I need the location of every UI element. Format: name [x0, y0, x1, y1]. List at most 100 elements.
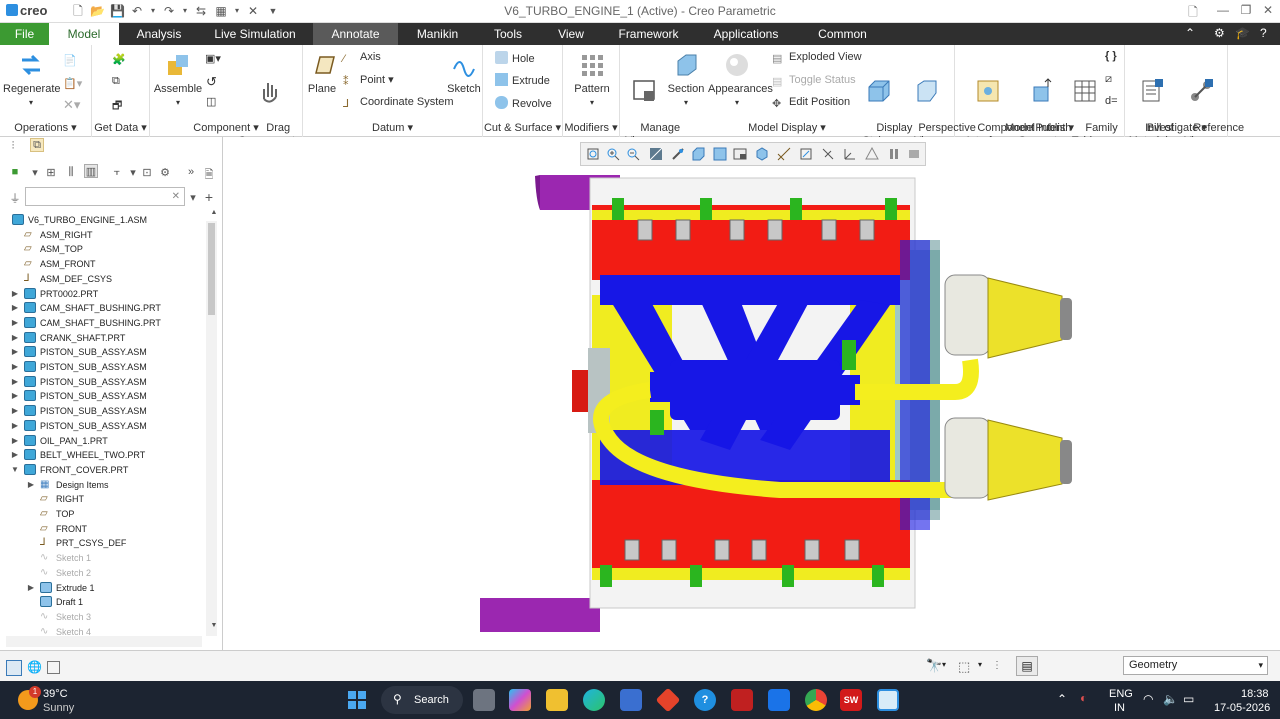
view-manager-icon[interactable]: [713, 147, 727, 161]
creo-taskbar-icon[interactable]: [877, 689, 899, 711]
repeat-icon[interactable]: ↺: [206, 74, 217, 90]
expand-icon[interactable]: ▶: [10, 448, 20, 462]
parameters-icon[interactable]: d=: [1105, 95, 1118, 107]
solidworks-icon[interactable]: SW: [840, 689, 862, 711]
tree-item[interactable]: ▱ RIGHT: [0, 492, 205, 506]
tree-item[interactable]: ▶ CRANK_SHAFT.PRT: [0, 331, 205, 345]
graphics-window[interactable]: [224, 137, 1280, 650]
taskbar-search[interactable]: ⚲ Search: [381, 686, 463, 714]
datum-display-icon[interactable]: [777, 147, 791, 161]
tree-item[interactable]: ▱ FRONT: [0, 522, 205, 536]
smart-select-icon[interactable]: ▤: [1016, 656, 1038, 676]
expand-icon[interactable]: ▶: [26, 478, 36, 492]
tab-view[interactable]: View: [540, 23, 602, 45]
clear-search-icon[interactable]: ✕: [172, 191, 180, 202]
tab-manikin[interactable]: Manikin: [400, 23, 475, 45]
expand-icon[interactable]: ▶: [10, 316, 20, 330]
expand-icon[interactable]: ▶: [10, 331, 20, 345]
get-help-icon[interactable]: ?: [694, 689, 716, 711]
expand-icon[interactable]: ▶: [10, 404, 20, 418]
group-label-get-data[interactable]: Get Data ▾: [92, 121, 149, 134]
clock-date[interactable]: 17-05-2026: [1214, 702, 1270, 714]
appearance-toolbar-icon[interactable]: [755, 147, 769, 161]
chrome-icon[interactable]: [805, 689, 827, 711]
user-defined-feature-icon[interactable]: 🧩: [112, 53, 126, 66]
copilot-icon[interactable]: [509, 689, 531, 711]
tab-annotate[interactable]: Annotate: [313, 23, 398, 45]
selection-info-icon[interactable]: ⋮: [992, 660, 1002, 671]
tree-item[interactable]: ▶ CAM_SHAFT_BUSHING.PRT: [0, 316, 205, 330]
add-icon[interactable]: +: [202, 189, 216, 205]
exploded-view-button[interactable]: ▤ Exploded View: [772, 51, 862, 65]
revolve-button[interactable]: Revolve: [495, 96, 552, 110]
mcafee-icon[interactable]: [731, 689, 753, 711]
expand-icon[interactable]: ▶: [10, 287, 20, 301]
appearance-icon[interactable]: ⚙: [158, 166, 172, 180]
group-label-investigate[interactable]: Investigate ▾: [1125, 121, 1227, 134]
selection-dropdown-icon[interactable]: ▾: [978, 660, 982, 669]
community-icon[interactable]: 🎓: [1235, 26, 1250, 40]
edge-icon[interactable]: [583, 689, 605, 711]
file-explorer-icon[interactable]: [546, 689, 568, 711]
tree-item[interactable]: ▼ FRONT_COVER.PRT: [0, 463, 205, 477]
settings-icon[interactable]: ⚙: [1214, 26, 1225, 40]
tab-applications[interactable]: Applications: [696, 23, 796, 45]
copy-geometry-icon[interactable]: ⧉: [112, 75, 120, 88]
delete-icon[interactable]: ✕▾: [63, 97, 80, 113]
antivirus-tray-icon[interactable]: ◐: [1080, 691, 1087, 705]
group-label-model-intent[interactable]: Model Intent ▾: [955, 121, 1124, 134]
tree-item[interactable]: ▶ PRT0002.PRT: [0, 287, 205, 301]
plane-button[interactable]: Plane: [305, 51, 339, 96]
group-label-cut-surface[interactable]: Cut & Surface ▾: [483, 121, 562, 134]
copy-icon[interactable]: 📄: [63, 54, 77, 67]
model-tree-tab-icon[interactable]: ⫶: [6, 140, 20, 154]
tree-item[interactable]: Draft 1: [0, 595, 205, 609]
expand-icon[interactable]: ▶: [10, 360, 20, 374]
show-icon[interactable]: ▾: [28, 166, 42, 180]
hole-button[interactable]: Hole: [495, 51, 535, 65]
tab-framework[interactable]: Framework: [606, 23, 691, 45]
section-button[interactable]: Section ▾: [666, 51, 706, 109]
tree-item[interactable]: ∿ Sketch 1: [0, 551, 205, 565]
show-navigator-icon[interactable]: [6, 660, 22, 676]
scroll-down-icon[interactable]: ▼: [207, 622, 221, 636]
tree-item[interactable]: ∿ Sketch 3: [0, 610, 205, 624]
extrude-button[interactable]: Extrude: [495, 73, 550, 87]
point-button[interactable]: ⁑ Point ▾: [343, 73, 394, 88]
tab-model[interactable]: Model: [49, 23, 119, 45]
relations-icon[interactable]: { }: [1105, 50, 1117, 62]
help-file-icon[interactable]: 🗋: [1185, 3, 1201, 19]
edit-position-button[interactable]: ✥ Edit Position: [772, 96, 850, 110]
paste-icon[interactable]: 📋▾: [63, 77, 82, 90]
more-icon[interactable]: »: [184, 166, 198, 180]
print-icon[interactable]: 🗎: [202, 166, 216, 181]
tree-item[interactable]: ▱ ASM_TOP: [0, 242, 205, 256]
tree-item[interactable]: V6_TURBO_ENGINE_1.ASM: [0, 213, 205, 227]
minimize-icon[interactable]: —: [1215, 3, 1231, 19]
appearances-button[interactable]: Appearances ▾: [708, 51, 773, 109]
language-indicator[interactable]: ENG: [1109, 688, 1133, 700]
engine-model[interactable]: [224, 137, 1280, 650]
tree-item[interactable]: ▶ ▦ Design Items: [0, 478, 205, 492]
group-label-operations[interactable]: Operations ▾: [0, 121, 91, 134]
coordinate-system-button[interactable]: ⅃ Coordinate System: [343, 96, 454, 110]
task-view-icon[interactable]: [473, 689, 495, 711]
zoom-out-icon[interactable]: [626, 147, 640, 161]
show-hidden-icons-icon[interactable]: ⌃: [1057, 692, 1067, 706]
create-component-icon[interactable]: ▣▾: [205, 52, 221, 65]
selection-filter-select[interactable]: Geometry ▾: [1123, 656, 1268, 675]
find-dropdown-icon[interactable]: ▾: [942, 660, 946, 669]
tree-item[interactable]: ▶ PISTON_SUB_ASSY.ASM: [0, 375, 205, 389]
switch-dimensions-icon[interactable]: ⧄: [1105, 73, 1112, 86]
saved-orientations-icon[interactable]: [691, 147, 705, 161]
settings-tree-icon[interactable]: ⫟: [110, 166, 124, 180]
tree-scrollbar-thumb[interactable]: [208, 223, 215, 315]
close-icon[interactable]: ✕: [1260, 3, 1276, 19]
stop-animation-icon[interactable]: [907, 147, 921, 161]
repaint-icon[interactable]: [649, 147, 663, 161]
tree-item[interactable]: ▱ ASM_RIGHT: [0, 228, 205, 242]
tree-item[interactable]: ▶ PISTON_SUB_ASSY.ASM: [0, 419, 205, 433]
tree-item[interactable]: ▶ BELT_WHEEL_TWO.PRT: [0, 448, 205, 462]
tree-item[interactable]: ⅃ ASM_DEF_CSYS: [0, 272, 205, 286]
toggle-status-button[interactable]: ▤ Toggle Status: [772, 74, 856, 88]
